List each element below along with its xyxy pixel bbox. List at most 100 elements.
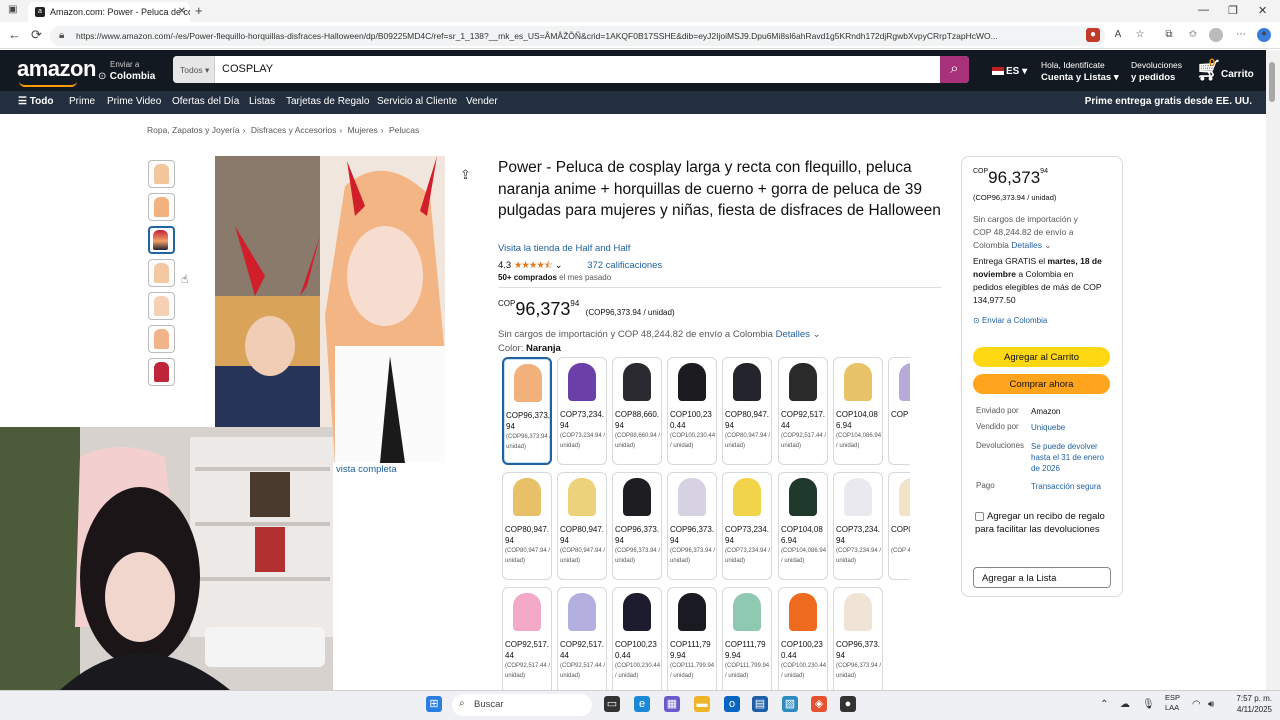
buybox-details-link[interactable]: Detalles <box>1011 240 1042 250</box>
file-explorer-icon[interactable]: ▬ <box>694 696 710 712</box>
menu-dots-icon[interactable]: ⋯ <box>1234 28 1248 42</box>
input-language[interactable]: ESP LAA <box>1165 693 1180 713</box>
chevron-down-icon[interactable]: ⌄ <box>813 329 821 340</box>
search-button[interactable]: ⌕ <box>940 56 969 83</box>
color-swatch[interactable]: COP80,947.94 (COP80,947.94 / unidad) <box>557 472 607 580</box>
breadcrumb-item[interactable]: Disfraces y Accesorios <box>251 125 337 135</box>
color-swatch[interactable]: COP111,799.94 (COP111,799.94 / unidad) <box>722 587 772 695</box>
cloud-icon[interactable]: ☁ <box>1120 699 1130 710</box>
color-swatch[interactable]: COP100,230.44 (COP100,230.44 / unidad) <box>667 357 717 465</box>
view-full-link[interactable]: vista completa <box>336 464 397 475</box>
color-swatch[interactable]: COP80,947.94 (COP80,947.94 / unidad) <box>722 357 772 465</box>
wifi-icon[interactable]: ◠ <box>1192 699 1201 710</box>
windows-start-icon[interactable]: ⊞ <box>426 696 442 712</box>
all-menu[interactable]: ☰ Todo <box>18 96 53 107</box>
taskbar-search[interactable]: ⌕ Buscar <box>452 694 592 716</box>
returns-link[interactable]: Se puede devolver hasta el 31 de enero d… <box>1031 441 1111 474</box>
url-field[interactable]: 🔒︎ https://www.amazon.com/-/es/Power-fle… <box>50 26 1105 46</box>
color-swatch-selected[interactable]: COP96,373.94 (COP96,373.94 / unidad) <box>502 357 552 465</box>
clock[interactable]: 7:57 p. m. 4/11/2025 <box>1228 693 1272 715</box>
thumbnail[interactable] <box>148 325 175 353</box>
breadcrumb-item[interactable]: Mujeres <box>348 125 378 135</box>
deliver-to[interactable]: Enviar a ⊙ Colombia <box>98 59 155 82</box>
color-swatch[interactable]: COP96,373.94 (COP96,373.94 / unidad) <box>612 472 662 580</box>
store-link[interactable]: Visita la tienda de Half and Half <box>498 243 630 254</box>
profile-icon[interactable] <box>1209 28 1223 42</box>
lock-icon[interactable]: 🔒︎ <box>59 30 64 41</box>
cart[interactable]: 🛒︎ 0 Carrito <box>1196 57 1254 83</box>
color-swatch[interactable]: COP0.44 (COP 4 / unidad) <box>888 472 910 580</box>
gift-receipt[interactable]: Agregar un recibo de regalo para facilit… <box>975 510 1110 536</box>
thumbnail[interactable] <box>148 193 175 221</box>
buy-now-button[interactable]: Comprar ahora <box>973 374 1110 394</box>
main-product-image[interactable] <box>215 156 445 463</box>
copilot-icon[interactable]: ✦ <box>1257 28 1271 42</box>
scrollbar-thumb[interactable] <box>1269 62 1275 102</box>
outlook-icon[interactable]: o <box>724 696 740 712</box>
amazon-logo[interactable]: amazon <box>17 56 96 87</box>
back-icon[interactable]: ← <box>8 27 21 42</box>
nav-deals[interactable]: Ofertas del Día <box>172 96 239 107</box>
add-to-list-button[interactable]: Agregar a la Lista <box>973 567 1111 588</box>
color-swatch[interactable]: COP100,230.44 (COP100,230.44 / unidad) <box>778 587 828 695</box>
new-tab-icon[interactable]: + <box>195 3 203 18</box>
color-swatch[interactable]: COP88,660.94 (COP88,660.94 / unidad) <box>612 357 662 465</box>
breadcrumb-item[interactable]: Ropa, Zapatos y Joyería <box>147 125 240 135</box>
favorites-icon[interactable]: ✩ <box>1186 28 1200 42</box>
color-swatch[interactable]: COP111,799.94 (COP111,799.94 / unidad) <box>667 587 717 695</box>
color-swatch[interactable]: COP <box>888 357 910 465</box>
share-icon[interactable]: ⇪ <box>460 167 471 183</box>
color-swatch[interactable]: COP96,373.94 (COP96,373.94 / unidad) <box>833 587 883 695</box>
nav-gift-cards[interactable]: Tarjetas de Regalo <box>286 96 369 107</box>
search-category-select[interactable]: Todos ▾ <box>173 56 215 83</box>
color-swatch[interactable]: COP73,234.94 (COP73,234.94 / unidad) <box>722 472 772 580</box>
refresh-icon[interactable]: ⟳ <box>31 27 42 43</box>
sold-by-link[interactable]: Uniquebe <box>1031 422 1111 433</box>
store-icon[interactable]: ▦ <box>664 696 680 712</box>
thumbnail[interactable] <box>148 259 175 287</box>
prime-promo[interactable]: Prime entrega gratis desde EE. UU. <box>1085 96 1252 107</box>
color-swatch[interactable]: COP104,086.94 (COP104,086.94 / unidad) <box>833 357 883 465</box>
rating[interactable]: 4.3 ★★★★⯪ ⌄ 372 calificaciones <box>498 258 662 274</box>
task-view-icon[interactable]: ▭ <box>604 696 620 712</box>
chevron-down-icon[interactable]: ⌄ <box>1044 240 1051 250</box>
close-tab-icon[interactable]: ✕ <box>178 6 186 17</box>
shipping-details-link[interactable]: Detalles <box>776 329 810 340</box>
page-scrollbar[interactable] <box>1266 50 1280 690</box>
payment-link[interactable]: Transacción segura <box>1031 481 1111 492</box>
color-swatch[interactable]: COP100,230.44 (COP100,230.44 / unidad) <box>612 587 662 695</box>
ratings-count-link[interactable]: 372 calificaciones <box>587 260 662 271</box>
color-swatch[interactable]: COP92,517.44 (COP92,517.44 / unidad) <box>502 587 552 695</box>
add-to-cart-button[interactable]: Agregar al Carrito <box>973 347 1110 367</box>
color-swatch[interactable]: COP96,373.94 (COP96,373.94 / unidad) <box>667 472 717 580</box>
restore-icon[interactable]: ❐ <box>1228 4 1238 17</box>
chevron-down-icon[interactable]: ⌄ <box>555 260 563 271</box>
edge-icon[interactable]: e <box>634 696 650 712</box>
thumbnail[interactable] <box>148 292 175 320</box>
minimize-icon[interactable]: — <box>1198 4 1209 16</box>
tab-actions-icon[interactable]: ▣ <box>8 4 17 15</box>
color-swatch[interactable]: COP73,234.94 (COP73,234.94 / unidad) <box>557 357 607 465</box>
breadcrumb-item[interactable]: Pelucas <box>389 125 419 135</box>
gift-checkbox[interactable] <box>975 511 984 521</box>
color-swatch[interactable]: COP80,947.94 (COP80,947.94 / unidad) <box>502 472 552 580</box>
app-icon[interactable]: ● <box>840 696 856 712</box>
thumbnail-selected[interactable] <box>148 226 175 254</box>
extensions-icon[interactable]: ⧉ <box>1162 28 1176 42</box>
nav-sell[interactable]: Vender <box>466 96 498 107</box>
browser-tab[interactable]: a Amazon.com: Power - Peluca de cosplay … <box>28 2 190 22</box>
photos-icon[interactable]: ▧ <box>782 696 798 712</box>
favorite-star-icon[interactable]: ☆ <box>1133 28 1147 42</box>
tray-chevron-icon[interactable]: ⌃ <box>1100 699 1108 710</box>
send-to-link[interactable]: ⊙ Enviar a Colombia <box>973 316 1047 325</box>
nav-customer-service[interactable]: Servicio al Cliente <box>377 96 457 107</box>
account-lists[interactable]: Hola, Identifícate Cuenta y Listas ▾ <box>1041 60 1119 83</box>
read-aloud-icon[interactable]: A <box>1111 28 1125 42</box>
thumbnail[interactable] <box>148 160 175 188</box>
volume-icon[interactable]: 🔊︎ <box>1208 699 1214 710</box>
nav-lists[interactable]: Listas <box>249 96 275 107</box>
color-swatch[interactable]: COP92,517.44 (COP92,517.44 / unidad) <box>557 587 607 695</box>
color-swatch[interactable]: COP92,517.44 (COP92,517.44 / unidad) <box>778 357 828 465</box>
nav-prime[interactable]: Prime <box>69 96 95 107</box>
nav-prime-video[interactable]: Prime Video <box>107 96 161 107</box>
